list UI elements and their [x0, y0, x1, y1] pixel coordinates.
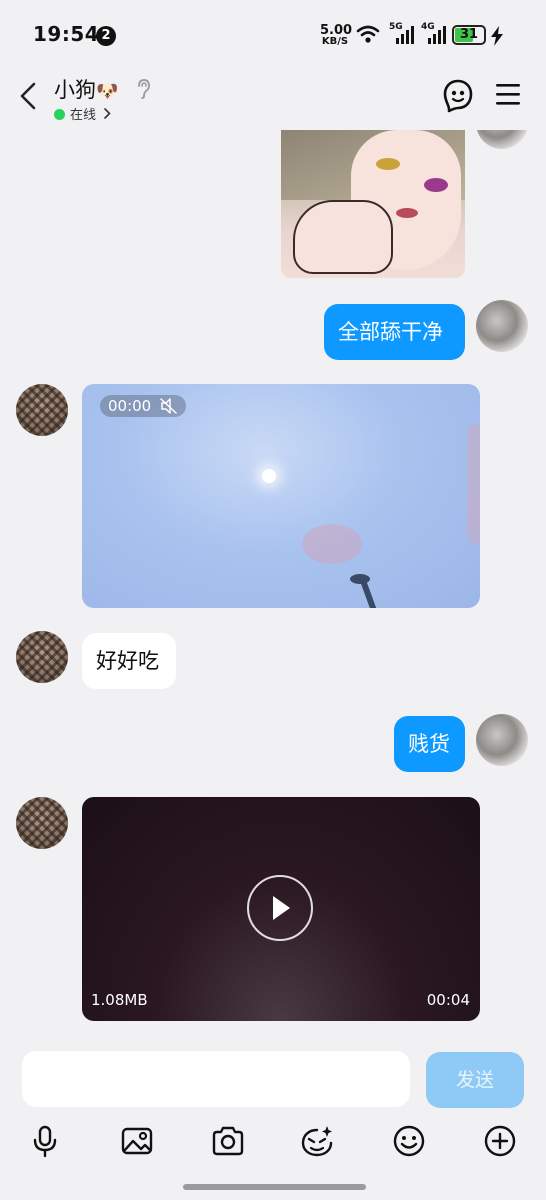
send-button[interactable]: 发送 — [426, 1052, 524, 1108]
camera-icon[interactable] — [211, 1124, 245, 1158]
image-icon[interactable] — [120, 1124, 154, 1158]
my-avatar[interactable] — [476, 714, 528, 766]
notification-badge: 2 — [96, 26, 116, 46]
video-message[interactable]: 1.08MB 00:04 — [82, 797, 480, 1021]
menu-icon[interactable] — [494, 82, 522, 106]
contact-avatar[interactable] — [16, 797, 68, 849]
ear-icon — [138, 79, 150, 99]
video-file-size: 1.08MB — [91, 991, 148, 1009]
chat-header: 小狗🐶 在线 — [0, 64, 546, 130]
microphone-icon[interactable] — [28, 1124, 62, 1158]
network-speed: 5.00 KB/S — [320, 24, 352, 47]
play-icon — [273, 896, 290, 920]
online-dot-icon — [54, 109, 65, 120]
message-input[interactable] — [22, 1051, 410, 1107]
plus-icon[interactable] — [483, 1124, 517, 1158]
contact-name-text: 小狗 — [54, 78, 96, 102]
play-button[interactable] — [247, 875, 313, 941]
dog-emoji: 🐶 — [96, 81, 119, 102]
home-indicator[interactable] — [183, 1184, 366, 1190]
video-time: 00:00 — [108, 397, 152, 415]
charging-bolt-icon — [491, 26, 503, 46]
message-bubble-incoming[interactable]: 好好吃 — [82, 633, 176, 689]
sticker-icon[interactable] — [300, 1124, 334, 1158]
signal-5g-icon — [396, 26, 414, 44]
mascot-icon[interactable] — [442, 78, 474, 114]
message-text: 全部舔干净 — [338, 320, 443, 344]
online-status[interactable]: 在线 — [54, 104, 111, 123]
status-time: 19:54 — [33, 22, 100, 46]
message-bubble-outgoing[interactable]: 全部舔干净 — [324, 304, 465, 360]
video-duration: 00:04 — [426, 991, 470, 1009]
network-speed-unit: KB/S — [321, 36, 349, 47]
video-message[interactable]: 00:00 — [82, 384, 480, 608]
battery-level: 31 — [459, 27, 479, 42]
chevron-right-icon — [104, 108, 111, 119]
status-bar: 19:54 2 5.00 KB/S 5G 4G 31 — [0, 0, 546, 64]
message-text: 好好吃 — [96, 649, 159, 673]
video-time-badge: 00:00 — [100, 395, 187, 417]
sticker-image[interactable] — [281, 120, 465, 278]
my-avatar[interactable] — [476, 300, 528, 352]
back-icon[interactable] — [16, 80, 42, 112]
mute-icon[interactable] — [160, 398, 178, 414]
battery-icon: 31 — [452, 25, 486, 45]
contact-avatar[interactable] — [16, 384, 68, 436]
emoji-icon[interactable] — [392, 1124, 426, 1158]
message-text: 贱货 — [408, 732, 450, 756]
contact-name[interactable]: 小狗🐶 — [54, 74, 118, 104]
online-status-text: 在线 — [70, 108, 97, 123]
contact-avatar[interactable] — [16, 631, 68, 683]
composer: 发送 — [0, 1040, 546, 1200]
message-bubble-outgoing[interactable]: 贱货 — [394, 716, 465, 772]
wifi-icon — [356, 25, 380, 43]
signal-4g-icon — [428, 26, 446, 44]
